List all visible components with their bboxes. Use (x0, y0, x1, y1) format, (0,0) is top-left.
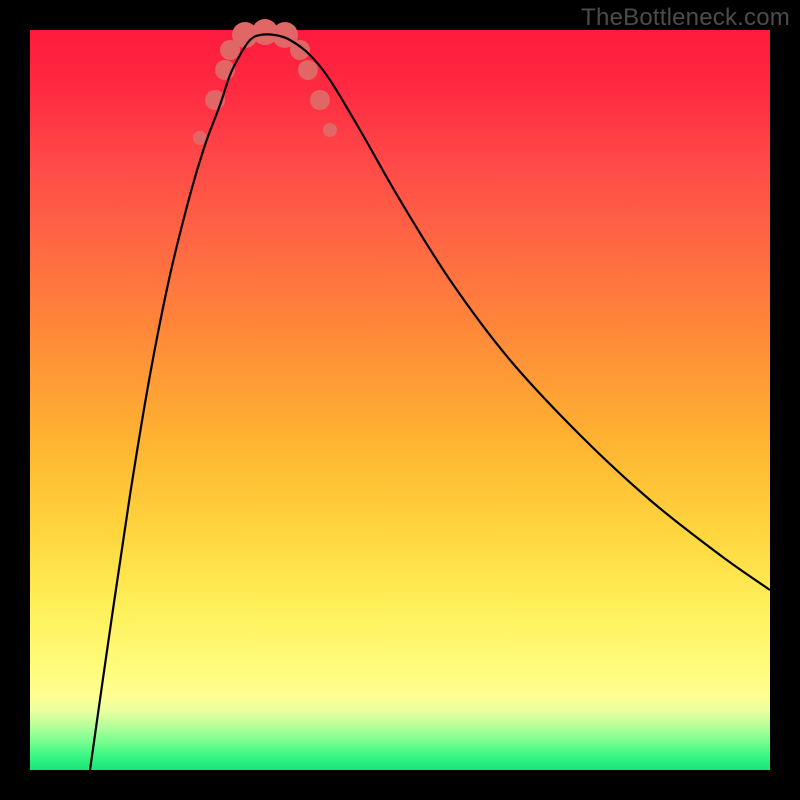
curve-marker (323, 123, 337, 137)
bottleneck-curve (90, 34, 770, 770)
chart-frame: TheBottleneck.com (0, 0, 800, 800)
marker-group (193, 19, 337, 145)
plot-area (30, 30, 770, 770)
watermark-text: TheBottleneck.com (581, 4, 790, 32)
curve-marker (310, 90, 330, 110)
curve-marker (298, 60, 318, 80)
curve-svg (30, 30, 770, 770)
